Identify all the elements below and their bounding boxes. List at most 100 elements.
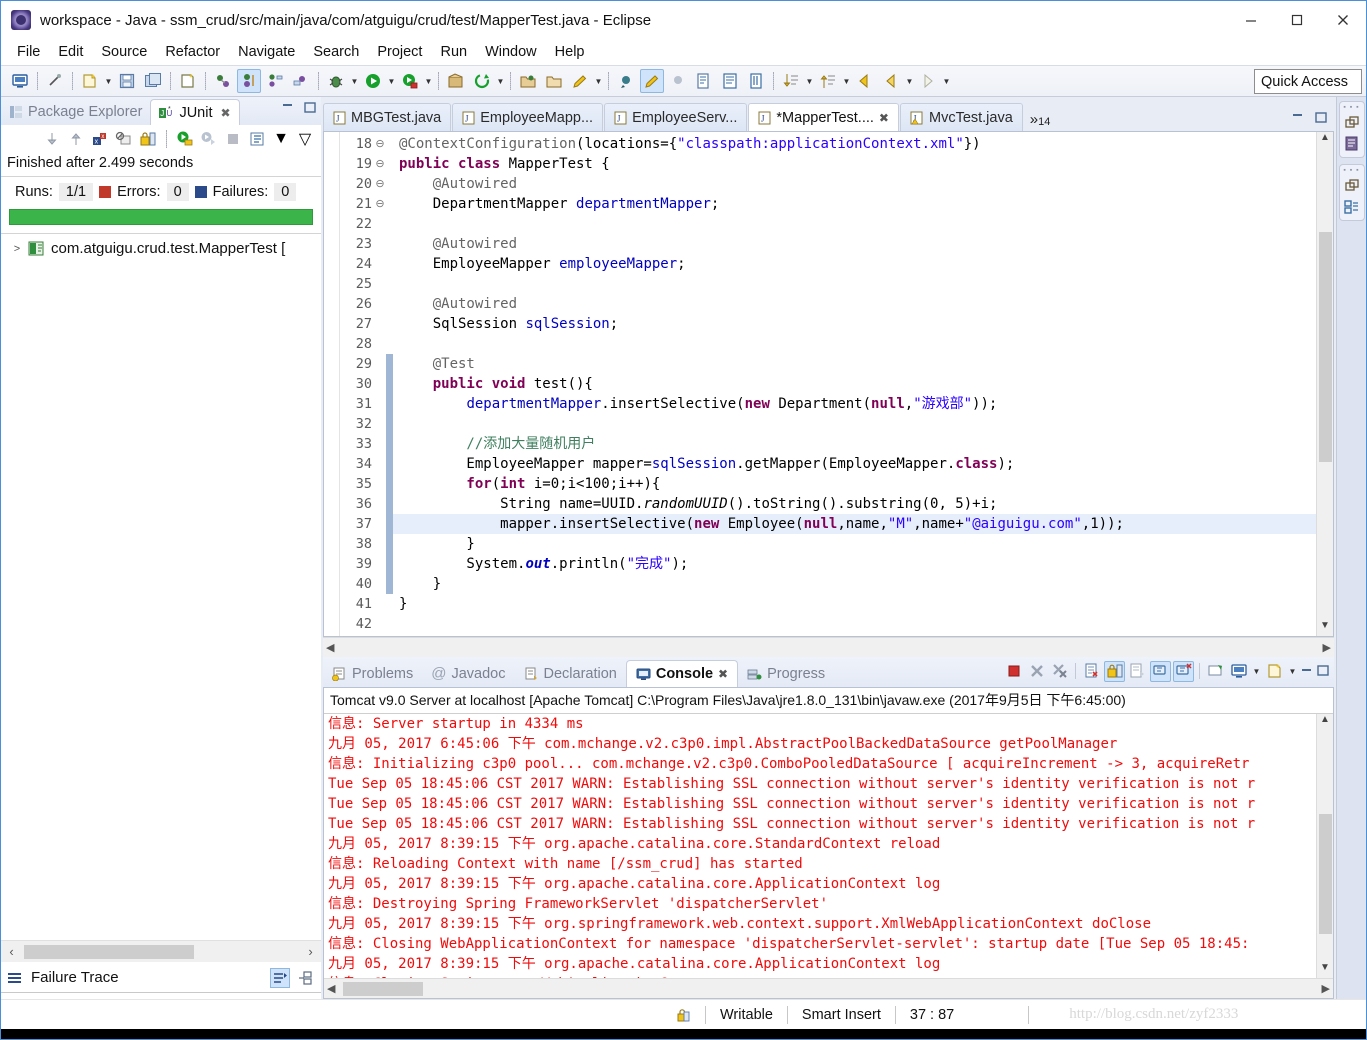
open-folder-alt-icon[interactable] <box>542 69 566 93</box>
new-wizard-icon[interactable] <box>78 69 102 93</box>
clear-console-icon[interactable] <box>1081 661 1102 682</box>
menu-navigate[interactable]: Navigate <box>230 42 303 62</box>
quick-access-input[interactable]: Quick Access <box>1254 69 1362 94</box>
restore-view-icon[interactable] <box>1343 177 1361 195</box>
close-icon[interactable]: ✖ <box>718 667 728 681</box>
scroll-right-icon[interactable]: ▶ <box>1323 641 1331 654</box>
code-line[interactable]: @Test <box>393 354 1316 374</box>
menu-edit[interactable]: Edit <box>50 42 91 62</box>
back-history-icon[interactable] <box>853 69 877 93</box>
scroll-thumb[interactable] <box>24 944 194 959</box>
open-console-icon[interactable] <box>1205 661 1226 682</box>
menu-search[interactable]: Search <box>305 42 367 62</box>
code-line[interactable]: System.out.println("完成"); <box>393 554 1316 574</box>
code-line[interactable]: DepartmentMapper departmentMapper; <box>393 194 1316 214</box>
annotation-prev-icon[interactable] <box>666 69 690 93</box>
debug-icon[interactable] <box>324 69 348 93</box>
scroll-thumb[interactable] <box>1319 814 1332 934</box>
open-type-hierarchy-icon[interactable] <box>237 69 261 93</box>
editor-marker-gutter[interactable] <box>324 132 340 636</box>
new-wizard-dropdown-icon[interactable]: ▼ <box>103 70 114 92</box>
view-menu-list-icon[interactable] <box>247 129 267 149</box>
document-outline-icon[interactable] <box>1343 135 1361 153</box>
new-package-icon[interactable] <box>444 69 468 93</box>
console-view-dropdown-icon[interactable]: ▼ <box>1251 660 1262 682</box>
expand-chevron-icon[interactable]: > <box>11 243 23 255</box>
scroll-down-icon[interactable]: ▼ <box>1317 620 1334 636</box>
close-icon[interactable]: ✖ <box>221 106 231 120</box>
search-type-icon[interactable] <box>289 69 313 93</box>
task-list-fast-view-group[interactable]: ▪ ▪ ▪ <box>1338 164 1365 221</box>
scroll-right-icon[interactable]: › <box>302 944 319 959</box>
terminate-icon[interactable] <box>1003 661 1024 682</box>
tab-junit[interactable]: J U * JUnit ✖ <box>150 99 240 125</box>
editor-tab-3-active[interactable]: J *MapperTest.... ✖ <box>748 103 899 131</box>
show-console-on-output-icon[interactable] <box>1127 661 1148 682</box>
fold-toggle-icon[interactable]: ⊖ <box>374 194 386 214</box>
prev-annotation-icon[interactable] <box>816 69 840 93</box>
new-window-icon[interactable] <box>8 69 32 93</box>
next-failure-icon[interactable] <box>42 129 62 149</box>
run-dropdown-icon[interactable]: ▼ <box>386 70 397 92</box>
scroll-lock-icon[interactable] <box>1104 660 1125 682</box>
minimize-view-icon[interactable] <box>281 101 295 115</box>
menu-project[interactable]: Project <box>369 42 430 62</box>
tab-declaration[interactable]: Declaration <box>515 660 626 687</box>
menu-window[interactable]: Window <box>477 42 545 62</box>
maximize-view-icon[interactable] <box>303 101 317 115</box>
fold-toggle-icon[interactable]: ⊖ <box>374 174 386 194</box>
tab-console-active[interactable]: Console ✖ <box>625 660 739 687</box>
show-failures-only-icon[interactable]: xx <box>90 129 110 149</box>
back-icon[interactable] <box>879 69 903 93</box>
menu-refactor[interactable]: Refactor <box>157 42 228 62</box>
run-icon[interactable] <box>361 69 385 93</box>
tab-progress[interactable]: Progress <box>738 660 834 687</box>
drag-handle-icon[interactable]: ▪ ▪ ▪ <box>1343 104 1359 111</box>
annotation-next-icon[interactable] <box>614 69 638 93</box>
refresh-icon[interactable] <box>470 69 494 93</box>
refresh-dropdown-icon[interactable]: ▼ <box>495 70 506 92</box>
previous-failure-icon[interactable] <box>66 129 86 149</box>
minimize-console-icon[interactable] <box>1300 664 1314 678</box>
editor-tab-2[interactable]: J EmployeeServ... <box>604 103 748 131</box>
editor-folding-column[interactable]: ⊖ ⊖ ⊖ ⊖ <box>374 132 386 636</box>
console-output-text[interactable]: 信息: Server startup in 4334 ms 九月 05, 2017… <box>324 714 1316 978</box>
menu-source[interactable]: Source <box>93 42 155 62</box>
open-folder-icon[interactable] <box>516 69 540 93</box>
pencil-dropdown-icon[interactable]: ▼ <box>593 70 604 92</box>
run-external-tools-icon[interactable] <box>398 69 422 93</box>
next-annotation-icon[interactable] <box>779 69 803 93</box>
maximize-button[interactable] <box>1274 1 1320 39</box>
editor-tab-1[interactable]: J EmployeeMapp... <box>452 103 604 131</box>
minimize-button[interactable] <box>1228 1 1274 39</box>
rerun-failed-icon[interactable] <box>199 129 219 149</box>
code-line[interactable]: @Autowired <box>393 294 1316 314</box>
menu-run[interactable]: Run <box>432 42 475 62</box>
save-icon[interactable] <box>115 69 139 93</box>
remove-all-launches-icon[interactable] <box>1049 661 1070 682</box>
code-line[interactable]: @ContextConfiguration(locations={"classp… <box>393 134 1316 154</box>
toggle-mark-occurrences-icon[interactable] <box>692 69 716 93</box>
minimize-editor-icon[interactable] <box>1291 111 1305 125</box>
code-line[interactable]: EmployeeMapper mapper=sqlSession.getMapp… <box>393 454 1316 474</box>
tab-javadoc[interactable]: @ Javadoc <box>422 660 514 687</box>
console-menu-icon[interactable] <box>1264 661 1285 682</box>
code-line[interactable]: for(int i=0;i<100;i++){ <box>393 474 1316 494</box>
toggle-block-selection-icon[interactable] <box>718 69 742 93</box>
code-line[interactable] <box>393 334 1316 354</box>
code-line[interactable] <box>393 414 1316 434</box>
highlight-icon[interactable] <box>640 69 664 93</box>
next-annotation-dropdown-icon[interactable]: ▼ <box>804 70 815 92</box>
code-line[interactable]: } <box>393 594 1316 614</box>
close-button[interactable] <box>1320 1 1366 39</box>
scroll-down-icon[interactable]: ▼ <box>1317 962 1334 978</box>
code-line[interactable]: String name=UUID.randomUUID().toString()… <box>393 494 1316 514</box>
prev-annotation-dropdown-icon[interactable]: ▼ <box>841 70 852 92</box>
code-line[interactable] <box>393 274 1316 294</box>
view-minimize-icon[interactable]: ▽ <box>295 129 315 149</box>
editor-horizontal-scrollbar[interactable]: ◀ ▶ <box>323 637 1334 657</box>
code-line[interactable]: } <box>393 574 1316 594</box>
console-menu-dropdown-icon[interactable]: ▼ <box>1287 660 1298 682</box>
tab-package-explorer[interactable]: Package Explorer <box>1 99 150 125</box>
code-line[interactable]: SqlSession sqlSession; <box>393 314 1316 334</box>
